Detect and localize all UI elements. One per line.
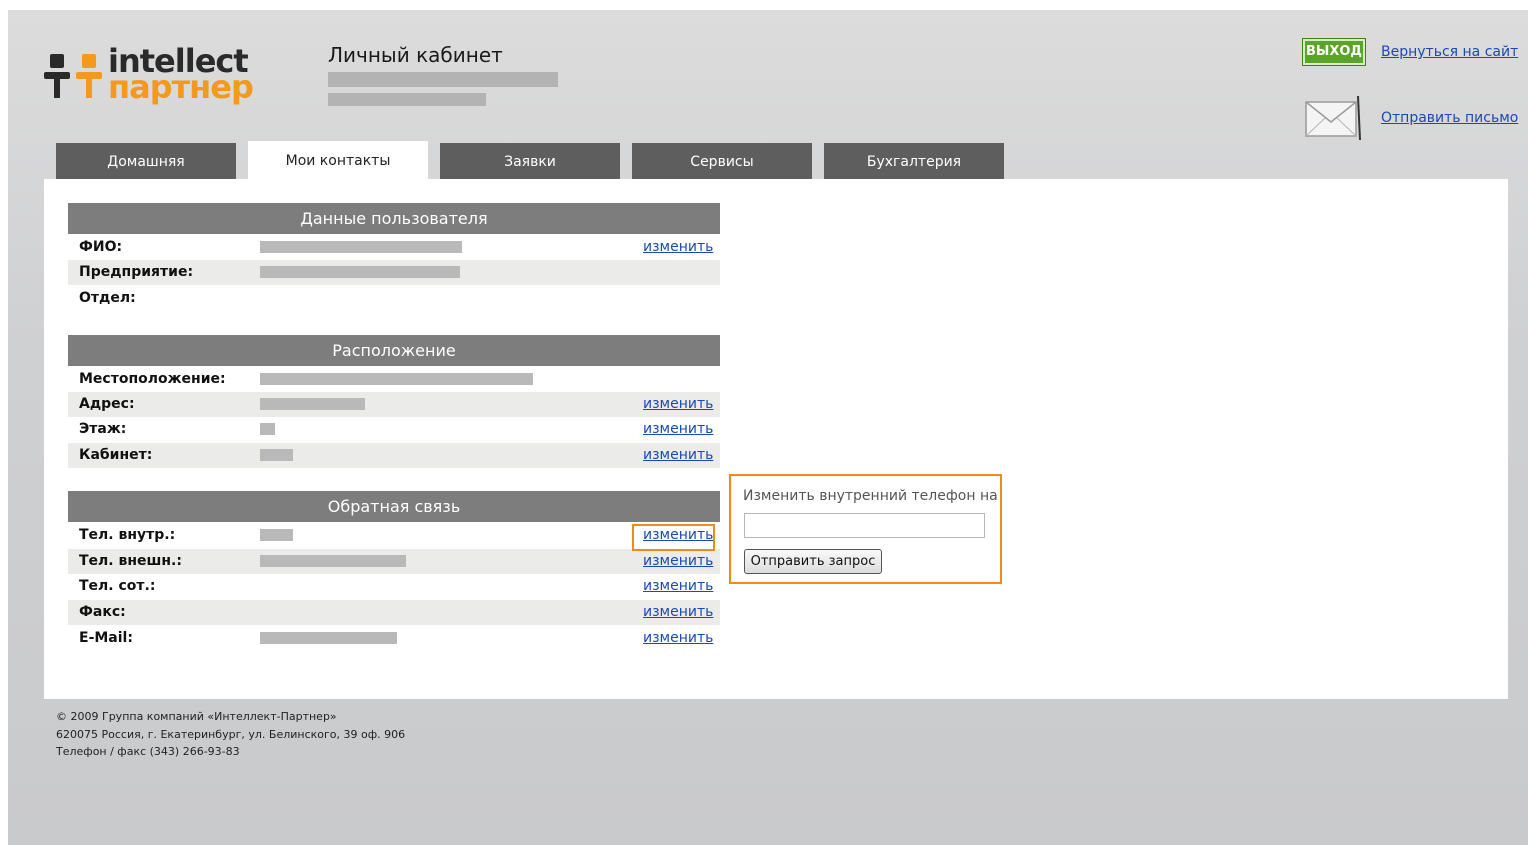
table-row: Тел. внешн.: изменить <box>68 549 720 574</box>
section-feedback-header: Обратная связь <box>68 491 720 522</box>
table-row: Отдел: <box>68 286 720 311</box>
field-label: Кабинет: <box>79 447 153 463</box>
footer-copyright: © 2009 Группа компаний «Интеллект-Партне… <box>56 710 337 723</box>
section-location-header: Расположение <box>68 335 720 366</box>
table-row: Местоположение: <box>68 367 720 392</box>
edit-fio-link[interactable]: изменить <box>643 239 713 255</box>
intellect-partner-logo[interactable]: intellect партнер <box>44 42 264 106</box>
popup-title: Изменить внутренний телефон на <box>743 488 998 504</box>
table-row: Этаж: изменить <box>68 417 720 442</box>
table-row: Адрес: изменить <box>68 392 720 417</box>
redacted-value <box>260 529 293 541</box>
send-request-button[interactable]: Отправить запрос <box>744 549 882 574</box>
table-row: Факс: изменить <box>68 600 720 625</box>
logo-word-partner: партнер <box>108 68 254 106</box>
footer-address: 620075 Россия, г. Екатеринбург, ул. Бели… <box>56 727 406 741</box>
field-label: Адрес: <box>79 396 135 412</box>
field-label: ФИО: <box>79 239 123 255</box>
new-internal-phone-input[interactable] <box>744 513 985 538</box>
tab-my-contacts[interactable]: Мои контакты <box>248 141 428 179</box>
field-label: Отдел: <box>79 290 136 306</box>
tab-requests[interactable]: Заявки <box>440 143 620 179</box>
redacted-value <box>260 449 293 461</box>
redacted-value <box>260 423 275 435</box>
field-label: Этаж: <box>79 421 127 437</box>
back-to-site-link[interactable]: Вернуться на сайт <box>1381 44 1518 60</box>
redacted-value <box>260 373 533 385</box>
edit-fax-link[interactable]: изменить <box>643 604 713 620</box>
table-row: Тел. внутр.: изменить <box>68 523 720 548</box>
edit-office-link[interactable]: изменить <box>643 447 713 463</box>
envelope-icon[interactable] <box>1305 96 1363 140</box>
redacted-value <box>260 398 365 410</box>
edit-external-phone-link[interactable]: изменить <box>643 553 713 569</box>
field-label: Предприятие: <box>79 264 194 280</box>
exit-button[interactable]: ВЫХОД <box>1302 38 1366 66</box>
table-row: ФИО: изменить <box>68 235 720 260</box>
redacted-company <box>328 93 486 106</box>
table-row: Кабинет: изменить <box>68 443 720 468</box>
page-title: Личный кабинет <box>328 43 503 67</box>
table-row: Предприятие: <box>68 260 720 285</box>
edit-floor-link[interactable]: изменить <box>643 421 713 437</box>
edit-email-link[interactable]: изменить <box>643 630 713 646</box>
field-label: E-Mail: <box>79 630 133 646</box>
redacted-value <box>260 632 397 644</box>
field-label: Местоположение: <box>79 371 226 387</box>
redacted-value <box>260 241 462 253</box>
section-user-data-header: Данные пользователя <box>68 203 720 234</box>
redacted-username <box>328 72 558 87</box>
edit-mobile-phone-link[interactable]: изменить <box>643 578 713 594</box>
tab-services[interactable]: Сервисы <box>632 143 812 179</box>
logo-mark <box>50 54 64 68</box>
footer: © 2009 Группа компаний «Интеллект-Партне… <box>56 708 405 761</box>
send-letter-link[interactable]: Отправить письмо <box>1381 110 1518 126</box>
active-edit-highlight <box>632 524 715 551</box>
tab-accounting[interactable]: Бухгалтерия <box>824 143 1004 179</box>
field-label: Тел. внутр.: <box>79 527 176 543</box>
edit-address-link[interactable]: изменить <box>643 396 713 412</box>
table-row: E-Mail: изменить <box>68 626 720 651</box>
field-label: Тел. сот.: <box>79 578 156 594</box>
table-row: Тел. сот.: изменить <box>68 574 720 599</box>
field-label: Факс: <box>79 604 126 620</box>
footer-phone: Телефон / факс (343) 266-93-83 <box>56 745 240 758</box>
field-label: Тел. внешн.: <box>79 553 182 569</box>
redacted-value <box>260 266 460 278</box>
redacted-value <box>260 555 406 567</box>
tab-home[interactable]: Домашняя <box>56 143 236 179</box>
change-internal-phone-popup: Изменить внутренний телефон на Отправить… <box>729 474 1002 584</box>
